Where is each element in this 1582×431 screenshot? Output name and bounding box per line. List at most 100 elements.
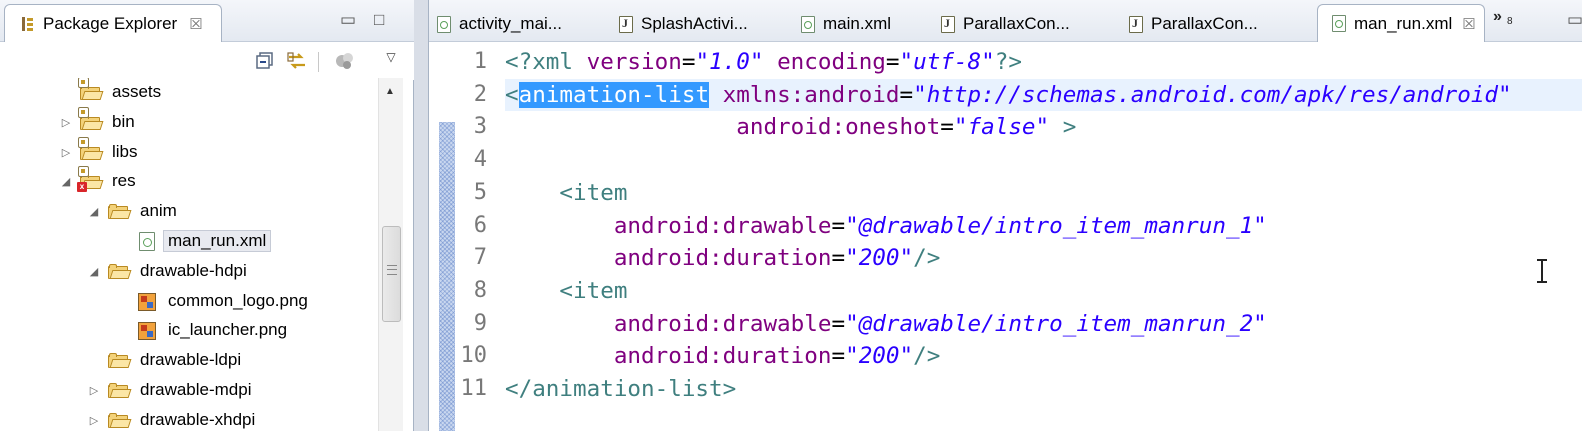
- line-number: 11: [460, 376, 488, 401]
- code-line[interactable]: <item: [505, 275, 1582, 308]
- code-line[interactable]: android:duration="200"/>: [505, 340, 1582, 373]
- java-file-icon: [619, 15, 633, 33]
- editor-tab-man-run-xml[interactable]: man_run.xml ☒: [1317, 4, 1485, 42]
- code-token: version: [586, 49, 682, 75]
- tree-item-libs[interactable]: ▷ libs: [0, 136, 378, 168]
- code-token: xmlns:android: [722, 81, 900, 108]
- line-number: 9: [473, 310, 487, 336]
- tree-item-drawable-mdpi[interactable]: ▷ drawable-mdpi: [0, 376, 378, 406]
- code-line[interactable]: </animation-list>: [505, 373, 1582, 406]
- expand-arrow-icon[interactable]: ▷: [60, 116, 72, 130]
- editor-tab-parallaxcon[interactable]: ParallaxCon...: [941, 6, 1070, 42]
- xml-file-icon: [1332, 15, 1346, 32]
- code-line[interactable]: android:drawable="@drawable/intro_item_m…: [505, 308, 1582, 341]
- xml-editor: activity_mai... SplashActivi... main.xml Pa…: [428, 0, 1582, 431]
- collapse-all-icon[interactable]: [254, 50, 276, 72]
- collapse-arrow-icon[interactable]: ◢: [60, 175, 72, 189]
- tree-item-man-run-xml[interactable]: man_run.xml: [0, 227, 378, 257]
- code-line[interactable]: android:duration="200"/>: [505, 242, 1582, 275]
- code-token: </animation-list>: [505, 376, 737, 402]
- view-menu-icon[interactable]: ▽: [380, 46, 402, 68]
- tree-item-label: bin: [112, 111, 135, 131]
- line-number-gutter: 1 2 3 4 5 6 7 8 9 10 11: [429, 42, 501, 431]
- code-token: <item: [559, 179, 628, 206]
- code-line[interactable]: <item: [505, 177, 1582, 210]
- folder-icon: [108, 411, 132, 431]
- java-file-icon: [941, 15, 955, 33]
- code-token: "200": [845, 343, 914, 370]
- tree-item-drawable-hdpi[interactable]: ◢ drawable-hdpi: [0, 257, 378, 287]
- text-cursor-ibeam-icon: [1535, 258, 1549, 284]
- editor-minimize-icon[interactable]: ▭: [1567, 10, 1582, 30]
- code-line[interactable]: [505, 144, 1582, 177]
- code-token: <: [505, 81, 519, 108]
- filters-icon[interactable]: [334, 50, 356, 72]
- tree-item-common-logo-png[interactable]: common_logo.png: [0, 287, 378, 317]
- editor-tab-main-xml[interactable]: main.xml: [801, 6, 891, 42]
- close-tab-icon[interactable]: ☒: [1462, 15, 1475, 33]
- editor-tab-label: ParallaxCon...: [1151, 14, 1258, 33]
- code-token: =: [940, 114, 954, 141]
- tree-item-assets[interactable]: assets: [0, 78, 378, 108]
- expand-arrow-icon[interactable]: ▷: [60, 146, 72, 160]
- collapse-arrow-icon[interactable]: ◢: [88, 265, 100, 279]
- scroll-up-arrow-icon[interactable]: ▲: [385, 86, 395, 97]
- explorer-tab-bar: Package Explorer ☒ ▭ □: [0, 0, 414, 42]
- folder-icon: [108, 351, 132, 371]
- code-token: =: [831, 212, 846, 239]
- tree-item-label: anim: [140, 201, 177, 221]
- expand-arrow-icon[interactable]: ▷: [88, 414, 100, 428]
- tree-item-bin[interactable]: ▷ bin: [0, 106, 378, 138]
- code-line[interactable]: <?xml version="1.0" encoding="utf-8"?>: [505, 46, 1582, 79]
- hidden-tab-count: 8: [1507, 16, 1513, 27]
- explorer-toolbar: ▽: [0, 42, 414, 80]
- editor-tab-activity-mai[interactable]: activity_mai...: [437, 6, 562, 42]
- tree-item-ic-launcher-png[interactable]: ic_launcher.png: [0, 316, 378, 346]
- collapse-arrow-icon[interactable]: ◢: [88, 205, 100, 219]
- code-token: "@drawable/intro_item_manrun_2": [845, 310, 1267, 337]
- close-tab-icon[interactable]: ☒: [189, 15, 202, 33]
- scrollbar-thumb[interactable]: [382, 226, 401, 322]
- code-token: android:duration: [613, 245, 832, 272]
- code-token: />: [913, 343, 941, 370]
- code-token: "@drawable/intro_item_manrun_1": [845, 212, 1267, 239]
- code-area[interactable]: <?xml version="1.0" encoding="utf-8"?> <a…: [505, 46, 1582, 431]
- folder-icon: [108, 202, 132, 222]
- quick-diff-change-bar: [439, 122, 455, 431]
- code-token: "http://schemas.android.com/apk/res/andr…: [913, 81, 1512, 108]
- project-tree: assets ▷ bin ▷ libs ◢ x res ◢ anim man_run.xml ◢ dra…: [0, 78, 378, 431]
- editor-tab-splashactivi[interactable]: SplashActivi...: [619, 6, 748, 42]
- package-explorer-icon: [21, 16, 35, 32]
- tree-item-label: drawable-hdpi: [140, 260, 247, 280]
- package-folder-icon: [78, 136, 104, 163]
- minimize-icon[interactable]: ▭: [340, 10, 356, 30]
- tree-item-drawable-ldpi[interactable]: drawable-ldpi: [0, 346, 378, 376]
- tree-item-label: libs: [112, 141, 138, 161]
- package-explorer-view: Package Explorer ☒ ▭ □ ▽ assets ▷ bin ▷ libs…: [0, 0, 414, 431]
- link-with-editor-icon[interactable]: [286, 50, 308, 72]
- expand-arrow-icon[interactable]: ▷: [88, 384, 100, 398]
- more-tabs-chevron-icon[interactable]: »: [1493, 8, 1502, 26]
- maximize-icon[interactable]: □: [374, 10, 384, 30]
- tree-item-label: drawable-ldpi: [140, 350, 242, 370]
- package-folder-icon: [78, 78, 104, 103]
- line-number: 7: [473, 245, 487, 271]
- code-line[interactable]: android:drawable="@drawable/intro_item_m…: [505, 210, 1582, 243]
- package-explorer-tab[interactable]: Package Explorer ☒: [4, 4, 222, 42]
- package-folder-icon: x: [77, 166, 104, 193]
- image-file-icon: [136, 292, 158, 312]
- tree-item-anim[interactable]: ◢ anim: [0, 197, 378, 227]
- line-number: 5: [473, 179, 487, 205]
- editor-tab-parallaxcon[interactable]: ParallaxCon...: [1129, 6, 1258, 42]
- tree-item-drawable-xhdpi[interactable]: ▷ drawable-xhdpi: [0, 406, 378, 431]
- code-line[interactable]: <animation-list xmlns:android="http://sc…: [505, 78, 1582, 112]
- line-number: 10: [460, 343, 488, 369]
- tree-item-label: ic_launcher.png: [168, 320, 288, 340]
- tree-item-res[interactable]: ◢ x res: [0, 166, 378, 197]
- explorer-vertical-scrollbar[interactable]: ▲: [378, 78, 403, 431]
- code-line[interactable]: android:oneshot="false" >: [505, 111, 1582, 144]
- code-token: android:drawable: [613, 212, 832, 239]
- code-token: "200": [845, 245, 914, 272]
